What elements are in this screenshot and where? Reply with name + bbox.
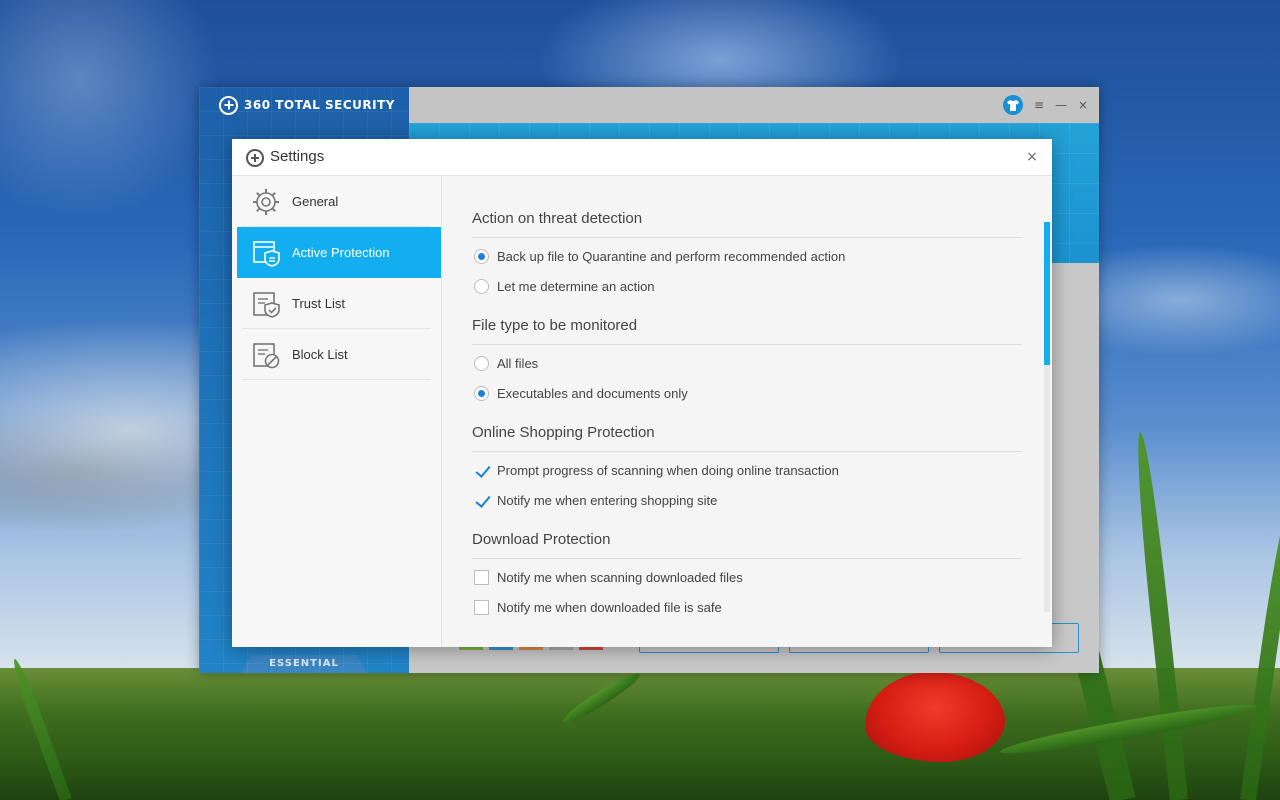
section-divider [472,558,1022,559]
checkbox[interactable] [474,463,489,478]
checkbox[interactable] [474,599,489,615]
app-brand-name: 360 TOTAL SECURITY [244,98,395,112]
checkbox[interactable] [474,493,489,508]
option-label: Let me determine an action [497,278,655,294]
scrollbar-thumb[interactable] [1044,222,1050,365]
option-label: Notify me when scanning downloaded files [497,569,743,585]
settings-dialog: Settings × General Active Protection Tru… [232,139,1052,647]
content-scrollbar[interactable] [1044,222,1050,612]
option-label: All files [497,355,539,371]
section-title-threat-action: Action on threat detection [472,210,643,227]
checkbox-option-notify-shopping[interactable]: Notify me when entering shopping site [474,490,717,510]
radio-option-backup-quarantine[interactable]: Back up file to Quarantine and perform r… [474,246,845,266]
option-label: Back up file to Quarantine and perform r… [497,248,846,264]
app-titlebar: ≡ — × [409,87,1099,123]
dialog-titlebar: Settings × [232,139,1052,176]
option-label: Notify me when entering shopping site [497,492,718,508]
dialog-title: Settings [270,148,325,165]
shirt-icon[interactable] [1003,95,1023,115]
section-divider [472,237,1022,238]
app-logo-icon [219,95,238,115]
radio-button[interactable] [474,278,489,294]
section-title-download-protection: Download Protection [472,531,611,548]
nav-label-block-list: Block List [292,347,348,362]
checkbox-option-notify-scanning-downloads[interactable]: Notify me when scanning downloaded files [474,567,743,587]
app-window-controls: ≡ — × [1003,95,1089,115]
close-icon[interactable]: × [1022,147,1042,167]
app-close-icon[interactable]: × [1077,95,1089,115]
nav-label-trust-list: Trust List [292,296,345,311]
gear-icon [251,187,281,217]
nav-item-active-protection[interactable]: Active Protection [237,227,441,278]
app-logo: 360 TOTAL SECURITY [219,95,395,115]
section-divider [472,451,1022,452]
section-divider [472,344,1022,345]
checkbox-option-notify-download-safe[interactable]: Notify me when downloaded file is safe [474,597,722,617]
trust-list-icon [251,289,281,319]
settings-logo-icon [246,149,264,167]
minimize-icon[interactable]: — [1055,95,1067,115]
nav-item-block-list[interactable]: Block List [232,329,441,380]
option-label: Executables and documents only [497,385,688,401]
checkbox-option-prompt-scanning[interactable]: Prompt progress of scanning when doing o… [474,460,839,480]
radio-option-let-me-determine[interactable]: Let me determine an action [474,276,655,296]
section-title-online-shopping: Online Shopping Protection [472,424,655,441]
option-label: Notify me when downloaded file is safe [497,599,722,615]
option-label: Prompt progress of scanning when doing o… [497,462,839,478]
radio-button[interactable] [474,385,489,401]
section-title-file-type: File type to be monitored [472,317,638,334]
menu-icon[interactable]: ≡ [1033,95,1045,115]
nav-label-general: General [292,194,339,209]
nav-item-trust-list[interactable]: Trust List [232,278,441,329]
block-list-icon [251,340,281,370]
nav-label-active-protection: Active Protection [292,245,390,260]
settings-nav: General Active Protection Trust List Blo… [232,176,442,647]
edition-badge: ESSENTIAL [241,655,367,673]
radio-option-executables-documents[interactable]: Executables and documents only [474,383,688,403]
shield-window-icon [251,238,281,268]
nav-divider [242,379,431,380]
radio-button[interactable] [474,248,489,264]
nav-item-general[interactable]: General [232,176,441,227]
settings-content: Action on threat detection Back up file … [442,176,1052,647]
checkbox[interactable] [474,569,489,585]
radio-button[interactable] [474,355,489,371]
radio-option-all-files[interactable]: All files [474,353,538,373]
